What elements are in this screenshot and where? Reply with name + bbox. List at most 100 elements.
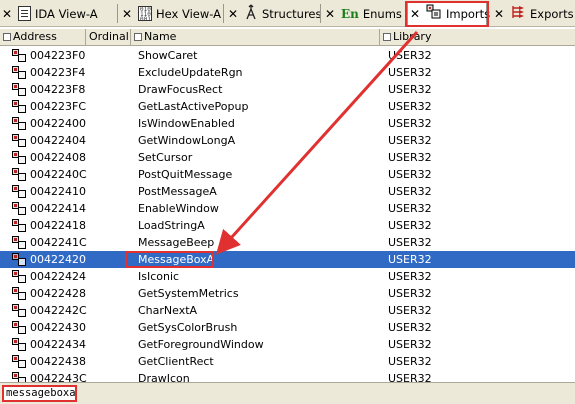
tab-structures[interactable]: ✕ Structures	[223, 2, 322, 25]
close-icon[interactable]: ✕	[492, 7, 506, 21]
import-entry-icon	[12, 304, 27, 317]
table-row[interactable]: 00422434 GetForegroundWindow USER32	[0, 336, 575, 353]
tab-exports[interactable]: ✕ Exports	[492, 2, 574, 25]
exports-icon	[510, 4, 526, 23]
address-cell: 00422418	[30, 219, 86, 232]
close-icon[interactable]: ✕	[226, 7, 240, 21]
address-cell: 00422428	[30, 287, 86, 300]
tab-separator	[223, 4, 224, 23]
address-cell: 004223F4	[30, 66, 86, 79]
status-bar: messageboxa	[0, 382, 575, 404]
import-entry-icon	[12, 253, 27, 266]
table-row[interactable]: 00422438 GetClientRect USER32	[0, 353, 575, 370]
address-cell: 00422438	[30, 355, 86, 368]
close-icon[interactable]: ✕	[0, 7, 14, 21]
library-cell: USER32	[388, 270, 432, 283]
tab-hex-view-a[interactable]: ✕ 010011010010 Hex View-A	[117, 2, 221, 25]
tab-separator	[117, 4, 118, 23]
address-cell: 00422434	[30, 338, 86, 351]
import-entry-icon	[12, 66, 27, 79]
library-cell: USER32	[388, 321, 432, 334]
name-cell: IsIconic	[138, 270, 180, 283]
column-icon	[3, 33, 11, 41]
table-row[interactable]: 00422404 GetWindowLongA USER32	[0, 132, 575, 149]
name-cell: CharNextA	[138, 304, 198, 317]
address-cell: 0042241C	[30, 236, 87, 249]
table-row[interactable]: 00422408 SetCursor USER32	[0, 149, 575, 166]
table-row[interactable]: 0042242C CharNextA USER32	[0, 302, 575, 319]
library-cell: USER32	[388, 49, 432, 62]
table-row[interactable]: 00422420 MessageBoxA USER32	[0, 251, 575, 268]
library-cell: USER32	[388, 66, 432, 79]
column-header-name[interactable]: Name	[131, 29, 380, 46]
table-row[interactable]: 00422418 LoadStringA USER32	[0, 217, 575, 234]
address-cell: 00422400	[30, 117, 86, 130]
address-cell: 004223F0	[30, 49, 86, 62]
library-cell: USER32	[388, 168, 432, 181]
name-cell: ShowCaret	[138, 49, 198, 62]
tab-label: Hex View-A	[156, 6, 222, 21]
tab-label: Structures	[262, 6, 322, 21]
import-entry-icon	[12, 185, 27, 198]
name-cell: IsWindowEnabled	[138, 117, 235, 130]
library-cell: USER32	[388, 304, 432, 317]
table-row[interactable]: 004223F4 ExcludeUpdateRgn USER32	[0, 64, 575, 81]
address-cell: 00422404	[30, 134, 86, 147]
import-entry-icon	[12, 287, 27, 300]
quick-search-input[interactable]: messageboxa	[2, 385, 77, 402]
imports-list[interactable]: 004223F0 ShowCaret USER32 004223F4 ExcludeUp…	[0, 47, 575, 382]
table-row[interactable]: 0042241C MessageBeep USER32	[0, 234, 575, 251]
tab-enums[interactable]: ✕ En Enums	[320, 2, 402, 25]
name-cell: DrawIcon	[138, 372, 190, 382]
import-entry-icon	[12, 168, 27, 181]
library-cell: USER32	[388, 83, 432, 96]
close-icon[interactable]: ✕	[120, 7, 134, 21]
name-cell: GetLastActivePopup	[138, 100, 249, 113]
table-row[interactable]: 004223FC GetLastActivePopup USER32	[0, 98, 575, 115]
column-header-address[interactable]: Address	[0, 29, 86, 46]
name-cell: PostQuitMessage	[138, 168, 233, 181]
table-row[interactable]: 00422410 PostMessageA USER32	[0, 183, 575, 200]
column-header-ordinal[interactable]: Ordinal	[86, 29, 131, 46]
column-icon	[134, 33, 142, 41]
name-cell: DrawFocusRect	[138, 83, 223, 96]
library-cell: USER32	[388, 100, 432, 113]
table-row[interactable]: 004223F8 DrawFocusRect USER32	[0, 81, 575, 98]
name-cell: PostMessageA	[138, 185, 217, 198]
import-entry-icon	[12, 372, 27, 382]
import-entry-icon	[12, 117, 27, 130]
structures-icon	[244, 4, 258, 23]
tab-label: Exports	[530, 6, 574, 21]
table-row[interactable]: 00422428 GetSystemMetrics USER32	[0, 285, 575, 302]
tab-bar: ✕ IDA View-A ✕ 010011010010 Hex View-A ✕…	[0, 0, 575, 27]
library-cell: USER32	[388, 236, 432, 249]
tab-label: Enums	[362, 6, 402, 21]
address-cell: 00422424	[30, 270, 86, 283]
name-cell: GetSysColorBrush	[138, 321, 238, 334]
table-row[interactable]: 00422414 EnableWindow USER32	[0, 200, 575, 217]
name-cell: GetSystemMetrics	[138, 287, 239, 300]
table-row[interactable]: 004223F0 ShowCaret USER32	[0, 47, 575, 64]
name-annotation-box	[125, 251, 214, 268]
address-cell: 00422410	[30, 185, 86, 198]
address-cell: 00422430	[30, 321, 86, 334]
library-cell: USER32	[388, 151, 432, 164]
table-row[interactable]: 00422400 IsWindowEnabled USER32	[0, 115, 575, 132]
import-entry-icon	[12, 83, 27, 96]
name-cell: GetWindowLongA	[138, 134, 236, 147]
column-header-library[interactable]: Library	[380, 29, 575, 46]
name-cell: ExcludeUpdateRgn	[138, 66, 243, 79]
import-entry-icon	[12, 270, 27, 283]
table-row[interactable]: 00422430 GetSysColorBrush USER32	[0, 319, 575, 336]
library-cell: USER32	[388, 253, 432, 266]
library-cell: USER32	[388, 134, 432, 147]
library-cell: USER32	[388, 372, 432, 382]
address-cell: 0042242C	[30, 304, 87, 317]
table-row[interactable]: 00422424 IsIconic USER32	[0, 268, 575, 285]
address-cell: 004223FC	[30, 100, 86, 113]
close-icon[interactable]: ✕	[323, 7, 337, 21]
tab-ida-view-a[interactable]: ✕ IDA View-A	[0, 2, 98, 25]
table-row[interactable]: 0042243C DrawIcon USER32	[0, 370, 575, 382]
table-row[interactable]: 0042240C PostQuitMessage USER32	[0, 166, 575, 183]
address-cell: 0042240C	[30, 168, 87, 181]
